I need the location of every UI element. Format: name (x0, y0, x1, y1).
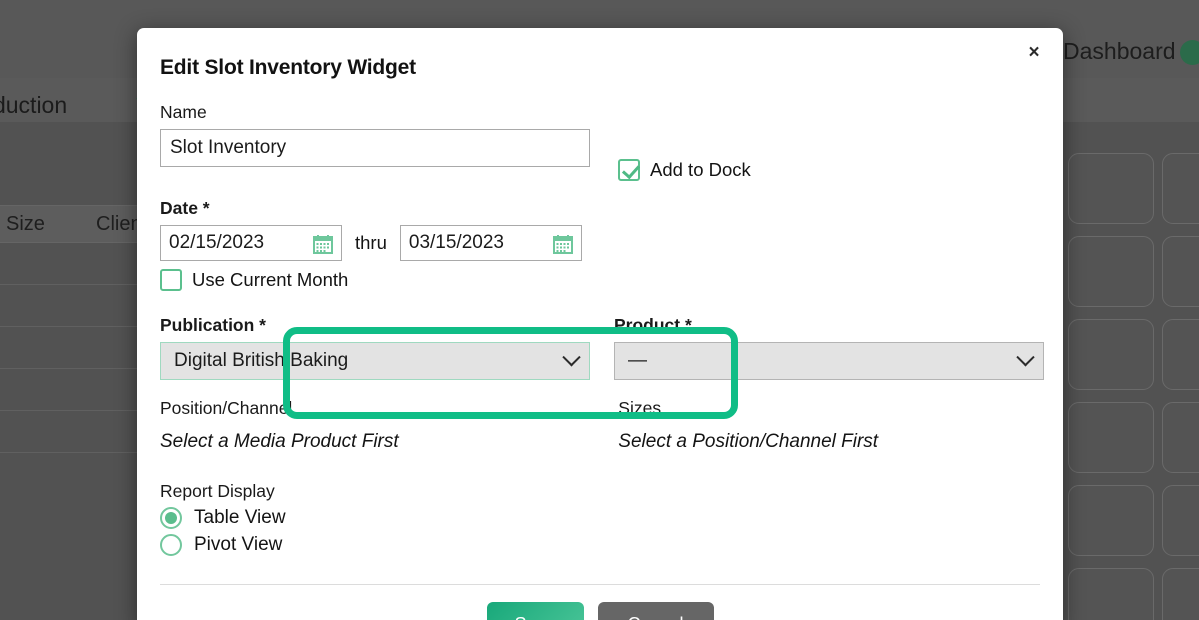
background-breadcrumb: e/Production (0, 92, 68, 118)
background-dashboard-label: Dashboard (1063, 38, 1176, 64)
background-card (1068, 153, 1154, 224)
dialog-footer: Save Cancel (137, 602, 1063, 620)
product-selected-value: — (628, 350, 647, 371)
date-field-group: Date * 02/15/2023 thru 03/15/2023 Use Cu… (160, 198, 1040, 291)
add-to-dock-checkbox[interactable] (618, 159, 640, 181)
name-row: Add to Dock (160, 129, 1040, 181)
chevron-down-icon (562, 347, 581, 366)
pivot-view-radio[interactable] (160, 534, 182, 556)
pivot-view-label: Pivot View (194, 534, 283, 555)
position-channel-hint: Select a Media Product First (160, 431, 399, 452)
save-button[interactable]: Save (486, 602, 584, 620)
cancel-button[interactable]: Cancel (597, 602, 714, 620)
table-view-radio[interactable] (160, 507, 182, 529)
background-card (1068, 236, 1154, 307)
background-card (1068, 485, 1154, 556)
publication-product-row: Publication * Digital British Baking Pro… (160, 315, 1044, 380)
date-to-wrapper (399, 225, 582, 261)
table-view-label: Table View (194, 507, 286, 528)
sizes-label: Sizes (618, 398, 662, 418)
background-card (1068, 319, 1154, 390)
publication-label: Publication * (160, 315, 266, 335)
radio-option-pivot-view[interactable]: Pivot View (160, 534, 1040, 556)
position-channel-group: Position/Channel Select a Media Product … (160, 398, 594, 453)
calendar-icon[interactable] (313, 234, 333, 254)
name-field-group: Name Add to Dock (160, 102, 1040, 181)
date-to-input[interactable] (400, 232, 541, 254)
date-thru-label: thru (355, 232, 387, 253)
date-fields-row: thru (160, 225, 1040, 261)
calendar-icon[interactable] (552, 234, 573, 254)
dashboard-status-dot-icon (1180, 40, 1199, 65)
product-label: Product * (614, 315, 692, 335)
background-table-header-size: Size (6, 213, 45, 235)
sizes-hint: Select a Position/Channel First (618, 431, 879, 452)
publication-selected-value: Digital British Baking (174, 350, 349, 371)
footer-divider (160, 584, 1040, 585)
use-current-month-checkbox-group[interactable]: Use Current Month (160, 269, 1040, 291)
background-card (1162, 236, 1199, 307)
background-card (1068, 568, 1154, 620)
publication-select[interactable]: Digital British Baking (160, 342, 590, 380)
background-table-header-client: Clien (96, 213, 142, 235)
date-from-input[interactable] (161, 232, 301, 254)
product-select[interactable]: — (614, 342, 1044, 380)
chevron-down-icon (1016, 347, 1035, 366)
dialog-body: Edit Slot Inventory Widget Name Add to D… (137, 28, 1063, 556)
name-label: Name (160, 102, 207, 122)
report-display-label: Report Display (160, 481, 275, 501)
add-to-dock-checkbox-group[interactable]: Add to Dock (618, 159, 751, 181)
publication-field-group: Publication * Digital British Baking (160, 315, 590, 380)
product-field-group: Product * — (614, 315, 1044, 380)
use-current-month-label: Use Current Month (192, 269, 349, 290)
name-input[interactable] (160, 129, 590, 167)
use-current-month-checkbox[interactable] (160, 269, 182, 291)
report-display-group: Report Display Table View Pivot View (160, 481, 1040, 556)
position-channel-label: Position/Channel (160, 398, 293, 418)
background-card (1162, 319, 1199, 390)
background-card (1162, 153, 1199, 224)
edit-slot-inventory-widget-dialog: × Edit Slot Inventory Widget Name Add to… (137, 28, 1063, 620)
background-card (1162, 485, 1199, 556)
add-to-dock-label: Add to Dock (650, 159, 751, 180)
background-card (1068, 402, 1154, 473)
date-from-wrapper (160, 225, 342, 261)
dialog-title: Edit Slot Inventory Widget (160, 56, 416, 79)
radio-option-table-view[interactable]: Table View (160, 507, 1040, 529)
position-sizes-row: Position/Channel Select a Media Product … (160, 398, 1040, 453)
sizes-group: Sizes Select a Position/Channel First (618, 398, 1040, 453)
background-card (1162, 402, 1199, 473)
background-card (1162, 568, 1199, 620)
date-label: Date * (160, 198, 210, 218)
